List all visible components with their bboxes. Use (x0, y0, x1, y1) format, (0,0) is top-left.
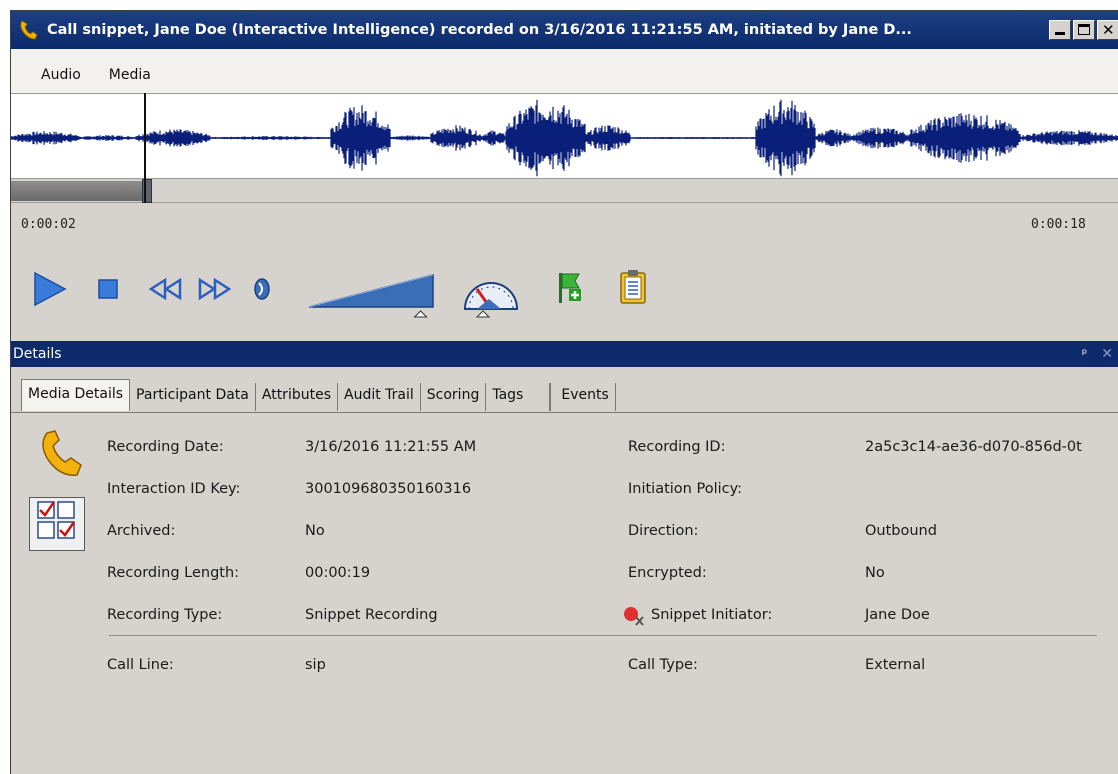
right-field-label: Initiation Policy: (628, 481, 743, 497)
phone-handset-icon (20, 20, 38, 40)
left-field-label: Recording Length: (107, 565, 240, 581)
left-field-label: Recording Date: (107, 439, 224, 455)
menu-media[interactable]: Media (109, 67, 151, 83)
details-separator (109, 635, 1097, 636)
tab-attributes[interactable]: Attributes (256, 383, 338, 411)
playhead-marker[interactable] (144, 93, 146, 203)
waveform (11, 99, 1118, 177)
right-field-label: Encrypted: (628, 565, 707, 581)
left-field-value: No (305, 523, 325, 539)
call-line-value: sip (305, 657, 326, 673)
call-type-label: Call Type: (628, 657, 698, 673)
left-field-value: 00:00:19 (305, 565, 371, 581)
right-field-label: Snippet Initiator: (651, 607, 773, 623)
tab-participant-data[interactable]: Participant Data (130, 383, 256, 411)
maximize-button[interactable] (1073, 20, 1095, 40)
total-time: 0:00:18 (1031, 217, 1086, 232)
right-field-value: No (865, 565, 885, 581)
evaluation-checklist-icon[interactable] (29, 497, 85, 551)
close-panel-icon[interactable]: ✕ (1101, 346, 1113, 362)
call-type-value: External (865, 657, 926, 673)
current-time: 0:00:02 (21, 217, 76, 232)
waveform-display[interactable] (11, 93, 1118, 179)
details-panel-header: Details ᵖ ✕ (11, 341, 1118, 367)
audio-channel-icon[interactable] (251, 277, 273, 301)
tab-scoring[interactable]: Scoring (421, 383, 487, 411)
volume-slider[interactable] (307, 267, 439, 321)
close-button[interactable]: ✕ (1097, 20, 1118, 40)
minimize-button[interactable] (1049, 20, 1071, 40)
call-line-label: Call Line: (107, 657, 174, 673)
position-fill (11, 181, 144, 201)
tab-events[interactable]: Events (550, 383, 616, 411)
rewind-icon[interactable] (147, 277, 183, 301)
position-scrollbar[interactable] (11, 179, 1118, 203)
menu-audio[interactable]: Audio (41, 67, 81, 83)
right-field-value: 2a5c3c14-ae36-d070-856d-0t (865, 439, 1082, 455)
right-field-value: Outbound (865, 523, 937, 539)
left-field-label: Interaction ID Key: (107, 481, 241, 497)
call-phone-icon (42, 430, 82, 476)
stop-icon[interactable] (97, 278, 119, 300)
pin-icon[interactable]: ᵖ (1082, 347, 1088, 362)
recording-player-window: Call snippet, Jane Doe (Interactive Inte… (10, 10, 1118, 774)
right-field-label: Direction: (628, 523, 699, 539)
tab-tags[interactable]: Tags (486, 383, 551, 411)
tab-audit-trail[interactable]: Audit Trail (338, 383, 421, 411)
details-tabs: Media Details Participant Data Attribute… (21, 379, 616, 411)
fast-forward-icon[interactable] (197, 277, 233, 301)
left-field-label: Recording Type: (107, 607, 223, 623)
playback-controls (11, 261, 1118, 321)
playback-speed-dial[interactable] (459, 269, 523, 321)
snippet-initiator-icon (624, 607, 644, 626)
left-field-value: 300109680350160316 (305, 481, 472, 497)
title-bar[interactable]: Call snippet, Jane Doe (Interactive Inte… (11, 11, 1118, 49)
media-details-panel (11, 412, 1118, 774)
left-field-value: Snippet Recording (305, 607, 438, 623)
tab-media-details[interactable]: Media Details (21, 379, 131, 411)
right-field-value: Jane Doe (865, 607, 930, 623)
left-field-label: Archived: (107, 523, 176, 539)
play-icon[interactable] (29, 269, 69, 309)
add-bookmark-icon[interactable] (555, 271, 585, 305)
details-title: Details (13, 346, 62, 362)
left-field-value: 3/16/2016 11:21:55 AM (305, 439, 477, 455)
clipboard-icon[interactable] (619, 269, 647, 305)
right-field-label: Recording ID: (628, 439, 726, 455)
window-title: Call snippet, Jane Doe (Interactive Inte… (47, 22, 912, 38)
